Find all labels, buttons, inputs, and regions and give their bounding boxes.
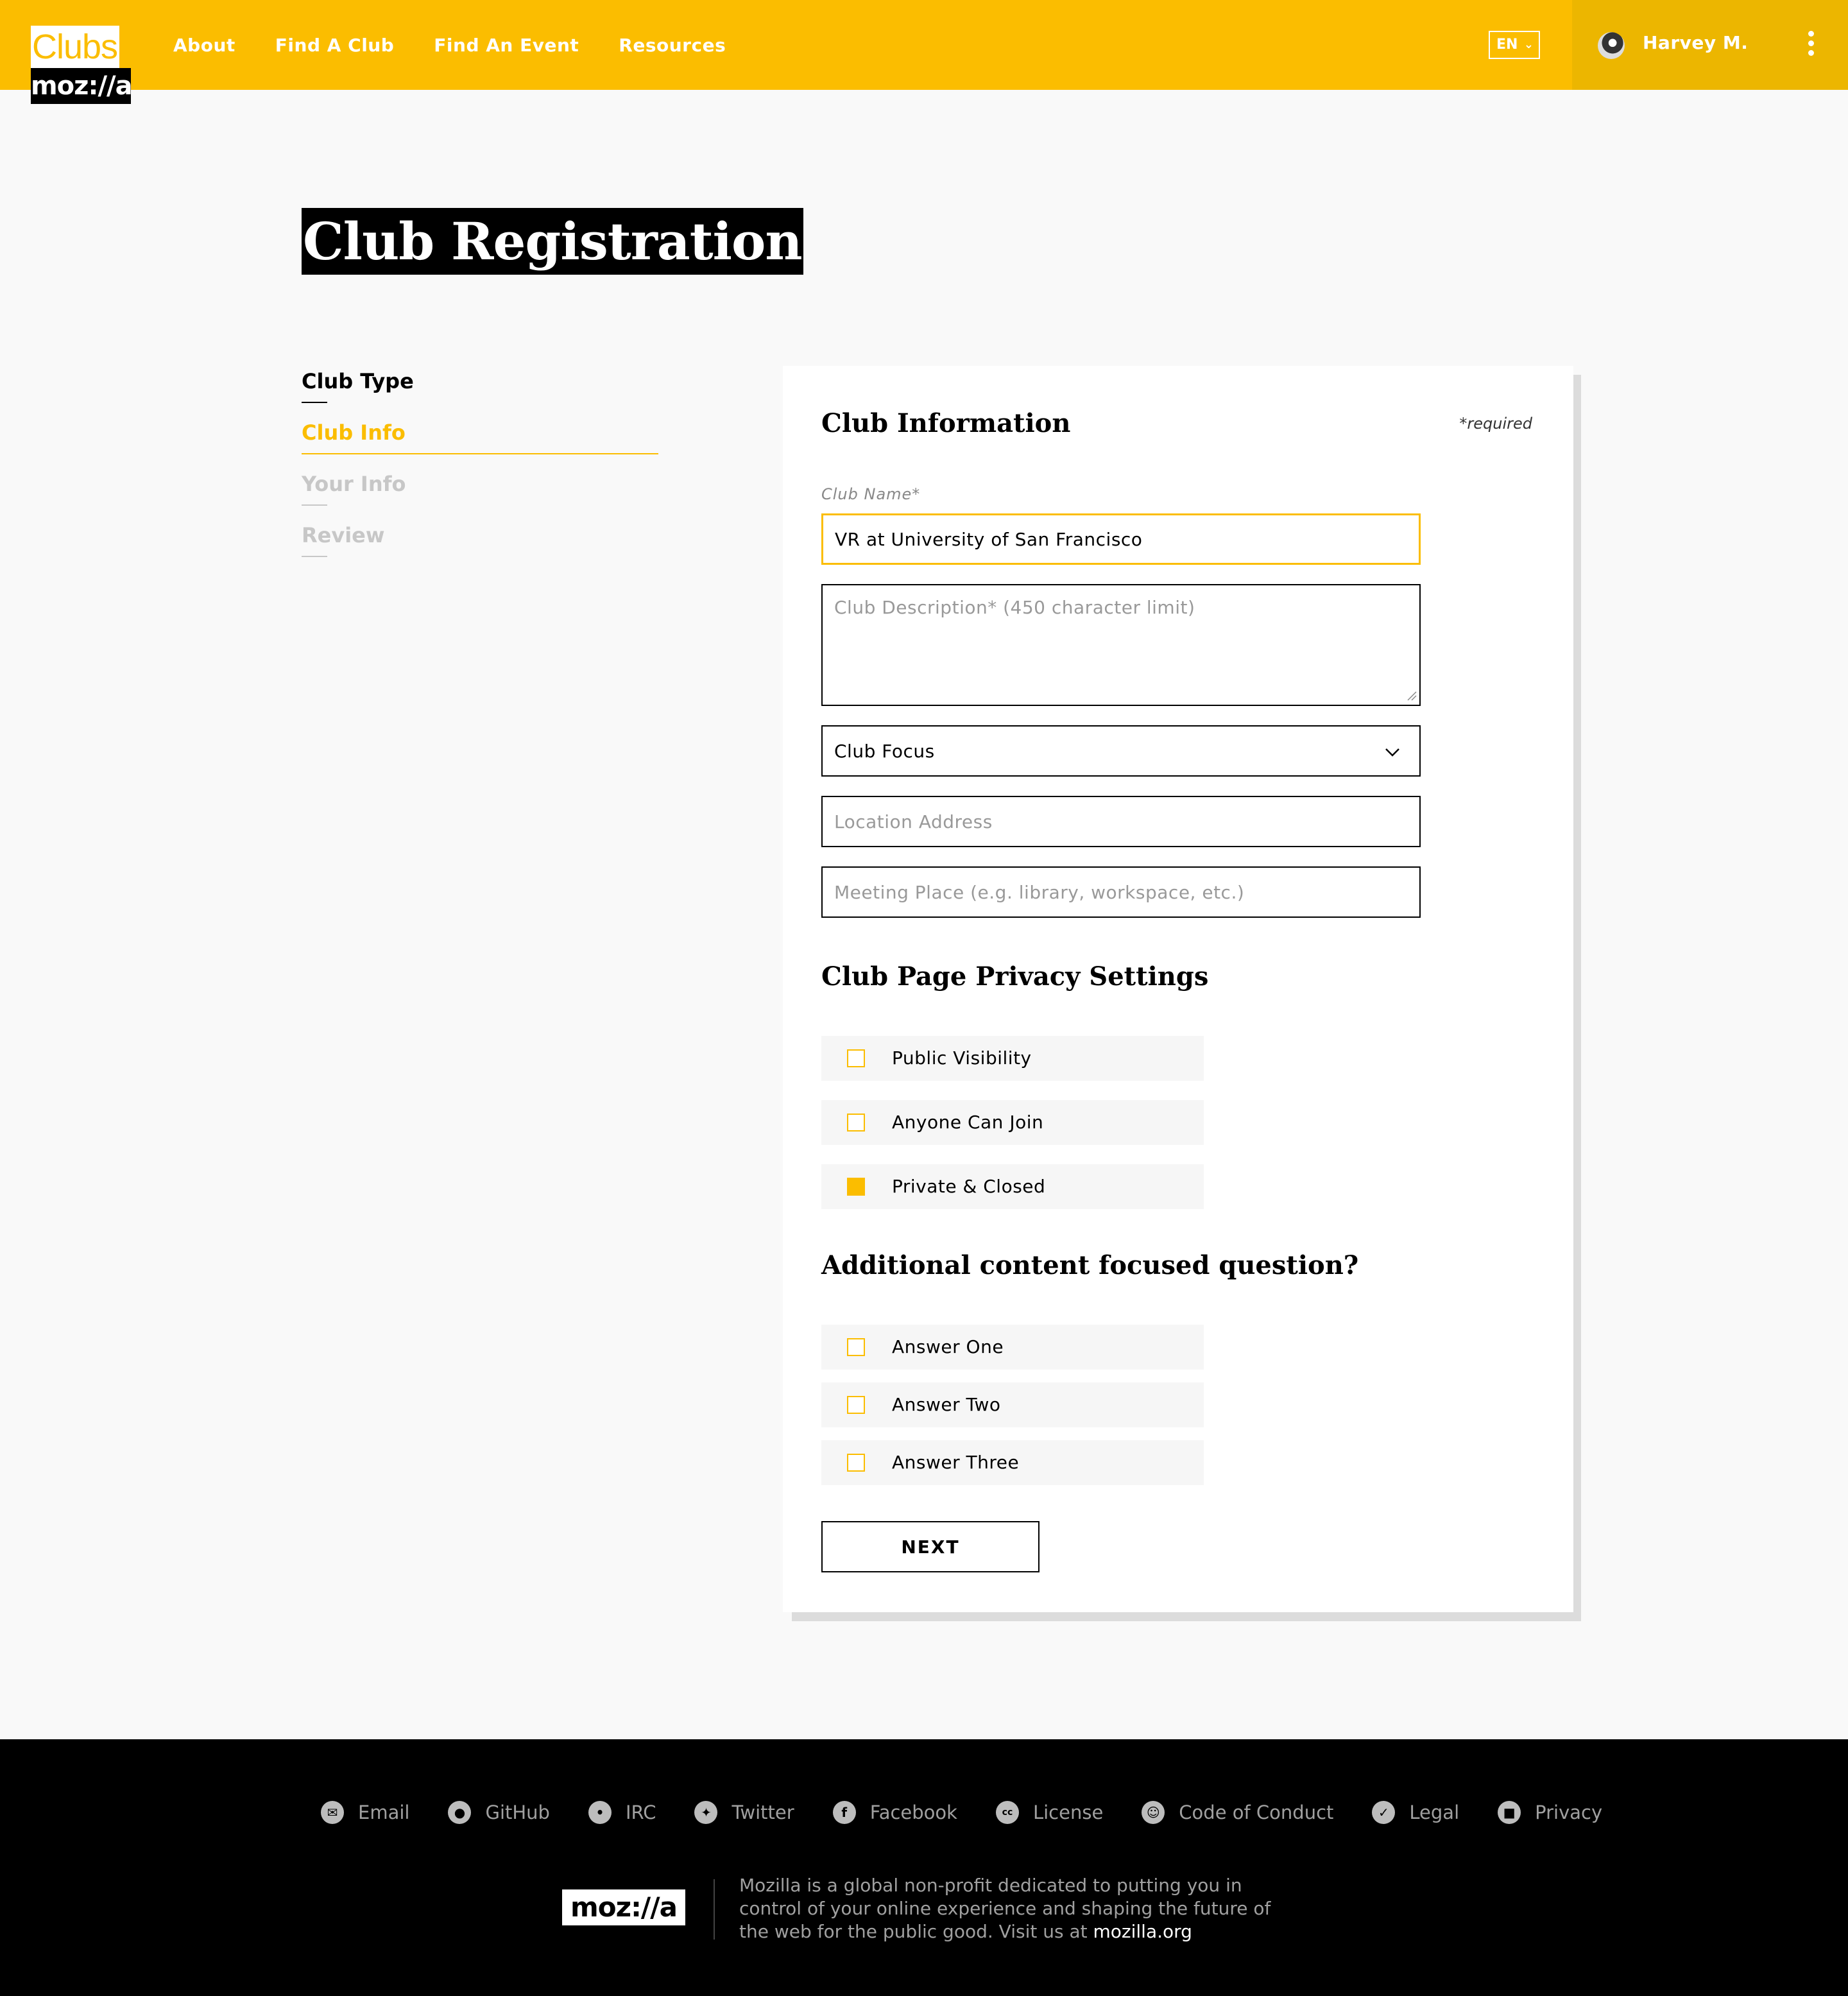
club-info-form: Club Information *required Club Name* Cl… [783,366,1573,1612]
user-name[interactable]: Harvey M. [1643,32,1748,53]
github-icon: ● [448,1801,472,1824]
step-underline [302,402,327,403]
club-name-label: Club Name* [821,485,921,503]
privacy-settings-title: Club Page Privacy Settings [821,961,1209,992]
footer-link-github[interactable]: ● GitHub [448,1801,550,1824]
step-underline [302,504,327,506]
footer-link-label: Twitter [732,1802,794,1823]
step-label: Your Info [302,472,406,496]
footer-link-label: IRC [625,1802,656,1823]
footer-link-label: GitHub [485,1802,550,1823]
footer-links: ✉ Email ● GitHub • IRC ✦ Twitter f Facebook c… [321,1801,1602,1824]
clubs-logo[interactable]: Clubs moz://a [31,26,133,104]
footer-link-legal[interactable]: ✓ Legal [1372,1801,1459,1824]
footer-link-label: License [1032,1802,1104,1823]
footer-link-twitter[interactable]: ✦ Twitter [694,1801,794,1824]
step-label: Club Type [302,369,414,393]
chevron-down-icon: ⌄ [1523,38,1534,51]
footer-divider [714,1879,715,1940]
nav-resources[interactable]: Resources [619,35,726,56]
checkbox[interactable] [847,1396,865,1414]
footer-link-code-of-conduct[interactable]: ☺ Code of Conduct [1142,1801,1333,1824]
meeting-place-input[interactable] [821,866,1421,918]
checkmark-icon: ✓ [1372,1801,1396,1824]
footer-link-label: Code of Conduct [1179,1802,1334,1823]
cc-license-icon: cc [995,1801,1019,1824]
option-public-visibility[interactable]: Public Visibility [821,1036,1204,1081]
option-private-closed[interactable]: Private & Closed [821,1164,1204,1209]
main-nav: About Find A Club Find An Event Resource… [173,0,766,90]
option-label: Private & Closed [892,1176,1046,1197]
footer-link-privacy[interactable]: ■ Privacy [1498,1801,1602,1824]
step-club-info[interactable]: Club Info [302,418,658,470]
form-title: Club Information [821,408,1071,438]
footer-link-label: Legal [1409,1802,1460,1823]
option-label: Answer Two [892,1394,1001,1415]
club-description-textarea[interactable] [821,584,1421,706]
twitter-icon: ✦ [694,1801,718,1824]
club-focus-value: Club Focus [834,740,935,762]
chevron-down-icon [1385,748,1399,757]
registration-steps: Club Type Club Info Your Info Review [302,367,658,572]
nav-find-a-club[interactable]: Find A Club [275,35,395,56]
checkbox[interactable] [847,1049,865,1067]
user-menu[interactable]: Harvey M. [1572,0,1848,90]
logo-clubs-text: Clubs [31,26,119,68]
step-underline [302,556,327,557]
option-answer-three[interactable]: Answer Three [821,1440,1204,1485]
checkbox-checked[interactable] [847,1178,865,1196]
step-underline [302,453,658,454]
footer-link-label: Email [358,1802,410,1823]
option-answer-two[interactable]: Answer Two [821,1382,1204,1427]
nav-find-an-event[interactable]: Find An Event [434,35,579,56]
footer-link-irc[interactable]: • IRC [588,1801,656,1824]
resize-grip-icon[interactable] [1405,689,1417,701]
footer-link-facebook[interactable]: f Facebook [832,1801,957,1824]
checkbox[interactable] [847,1338,865,1356]
avatar[interactable] [1598,32,1625,59]
option-answer-one[interactable]: Answer One [821,1325,1204,1370]
footer-link-label: Privacy [1535,1802,1603,1823]
option-label: Anyone Can Join [892,1112,1044,1133]
club-focus-select[interactable]: Club Focus [821,725,1421,777]
step-review[interactable]: Review [302,521,414,572]
footer-link-license[interactable]: cc License [995,1801,1104,1824]
email-icon: ✉ [321,1801,344,1824]
chat-icon: • [588,1801,612,1824]
footer-link-label: Facebook [869,1802,957,1823]
top-header: Clubs moz://a About Find A Club Find An … [0,0,1848,104]
more-options-icon[interactable] [1808,31,1816,56]
footer-description: Mozilla is a global non-profit dedicated… [739,1874,1291,1943]
required-note: *required [1459,415,1532,433]
question-title: Additional content focused question? [821,1250,1359,1280]
footer-mozilla-logo[interactable]: moz://a [562,1889,685,1925]
language-selector[interactable]: EN ⌄ [1489,31,1540,59]
logo-mozilla-text: moz://a [31,68,133,104]
step-label: Club Info [302,420,406,445]
facebook-icon: f [832,1801,856,1824]
step-label: Review [302,523,385,547]
checkbox[interactable] [847,1114,865,1131]
page-title: Club Registration [302,208,803,275]
step-your-info[interactable]: Your Info [302,470,414,521]
smiley-icon: ☺ [1142,1801,1165,1824]
footer-link-email[interactable]: ✉ Email [321,1801,409,1824]
next-button[interactable]: NEXT [821,1521,1040,1572]
option-anyone-can-join[interactable]: Anyone Can Join [821,1100,1204,1145]
option-label: Public Visibility [892,1047,1032,1069]
option-label: Answer One [892,1336,1004,1357]
nav-about[interactable]: About [173,35,235,56]
club-name-input[interactable] [821,513,1421,565]
checkbox[interactable] [847,1454,865,1472]
mozilla-org-link[interactable]: mozilla.org [1093,1921,1192,1942]
location-address-input[interactable] [821,796,1421,847]
option-label: Answer Three [892,1452,1020,1473]
site-footer: ✉ Email ● GitHub • IRC ✦ Twitter f Facebook c… [0,1739,1848,1996]
step-club-type[interactable]: Club Type [302,367,414,418]
language-value: EN [1496,37,1518,53]
lock-icon: ■ [1498,1801,1521,1824]
